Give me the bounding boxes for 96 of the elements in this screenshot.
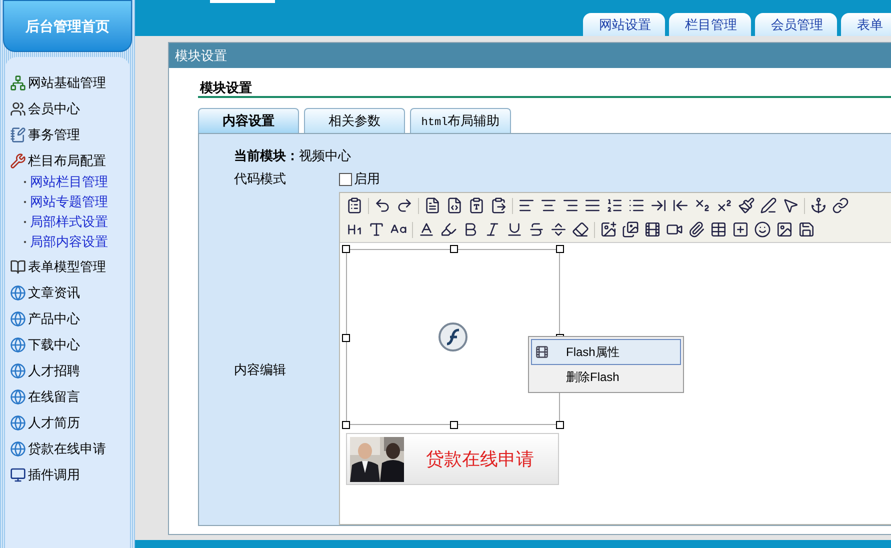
insert-image-icon[interactable]: [600, 221, 617, 238]
font-color-icon[interactable]: [418, 221, 435, 238]
menu-item[interactable]: 网站基础管理: [28, 73, 106, 93]
highlight-icon[interactable]: [440, 221, 457, 238]
paste-word-icon[interactable]: [490, 197, 507, 214]
resize-handle[interactable]: [450, 421, 458, 429]
pen-icon[interactable]: [760, 197, 777, 214]
line-height-icon[interactable]: [550, 221, 567, 238]
submenu-link[interactable]: 局部样式设置: [30, 212, 108, 232]
menu-item[interactable]: 表单模型管理: [28, 257, 106, 277]
document-icon[interactable]: [424, 197, 441, 214]
top-tab[interactable]: 栏目管理: [669, 13, 751, 36]
pointer-icon[interactable]: [782, 197, 799, 214]
table-icon[interactable]: [710, 221, 727, 238]
panel-title: 模块设置: [169, 43, 891, 68]
link-icon[interactable]: [832, 197, 849, 214]
italic-icon[interactable]: [484, 221, 501, 238]
globe-icon: [10, 311, 26, 327]
bullet-list-icon[interactable]: [628, 197, 645, 214]
submenu-link[interactable]: 局部内容设置: [30, 232, 108, 252]
font-icon[interactable]: [368, 221, 385, 238]
align-justify-icon[interactable]: [584, 197, 601, 214]
smiley-icon[interactable]: [754, 221, 771, 238]
resize-handle[interactable]: [450, 245, 458, 253]
book-icon: [10, 259, 26, 275]
top-tab[interactable]: 会员管理: [755, 13, 837, 36]
menu-item[interactable]: 事务管理: [28, 125, 80, 145]
multi-image-icon[interactable]: [622, 221, 639, 238]
align-left-icon[interactable]: [518, 197, 535, 214]
users-icon: [10, 101, 26, 117]
brush-icon[interactable]: [738, 197, 755, 214]
strikethrough-icon[interactable]: [528, 221, 545, 238]
numbered-list-icon[interactable]: [606, 197, 623, 214]
menu-item[interactable]: 文章资讯: [28, 283, 80, 303]
globe-icon: [10, 285, 26, 301]
menu-item[interactable]: 产品中心: [28, 309, 80, 329]
section-heading: 模块设置: [200, 80, 252, 95]
tools-icon: [10, 153, 26, 169]
redo-icon[interactable]: [396, 197, 413, 214]
underline-icon[interactable]: [506, 221, 523, 238]
menu-option[interactable]: Flash属性: [531, 339, 681, 364]
align-center-icon[interactable]: [540, 197, 557, 214]
checkbox-label: 启用: [354, 170, 380, 188]
globe-icon: [10, 415, 26, 431]
save-icon[interactable]: [798, 221, 815, 238]
settings-tab[interactable]: 相关参数: [304, 108, 405, 133]
globe-icon: [10, 389, 26, 405]
current-module: 当前模块：视频中心: [234, 147, 351, 166]
field-label: 代码模式: [234, 170, 287, 188]
globe-icon: [10, 363, 26, 379]
banner-image[interactable]: 贷款在线申请: [346, 433, 559, 485]
menu-item[interactable]: 人才招聘: [28, 361, 80, 381]
code-file-icon[interactable]: [446, 197, 463, 214]
resize-handle[interactable]: [342, 334, 350, 342]
menu-item[interactable]: 插件调用: [28, 465, 80, 485]
top-tab[interactable]: 表单: [841, 13, 891, 36]
globe-icon: [10, 337, 26, 353]
indent-icon[interactable]: [650, 197, 667, 214]
align-right-icon[interactable]: [562, 197, 579, 214]
menu-item[interactable]: 贷款在线申请: [28, 439, 106, 459]
resize-handle[interactable]: [556, 245, 564, 253]
subscript-icon[interactable]: [694, 197, 711, 214]
menu-item[interactable]: 栏目布局配置: [28, 151, 106, 171]
menu-option[interactable]: 删除Flash: [531, 364, 681, 390]
resize-handle[interactable]: [556, 421, 564, 429]
globe-icon: [10, 441, 26, 457]
superscript-icon[interactable]: [716, 197, 733, 214]
checkbox[interactable]: [339, 172, 352, 186]
anchor-icon[interactable]: [810, 197, 827, 214]
flash-file-icon[interactable]: [644, 221, 661, 238]
resize-handle[interactable]: [342, 421, 350, 429]
menu-item[interactable]: 在线留言: [28, 387, 80, 407]
undo-icon[interactable]: [374, 197, 391, 214]
network-icon: [10, 75, 26, 91]
settings-tab[interactable]: 内容设置: [198, 108, 299, 133]
eraser-icon[interactable]: [572, 221, 589, 238]
flash-icon: [438, 322, 468, 352]
logo-box: [210, 0, 275, 3]
notepad-icon: [10, 127, 26, 143]
menu-item[interactable]: 人才简历: [28, 413, 80, 433]
rich-text-editor[interactable]: 贷款在线申请 Flash属性 删除Flash: [339, 192, 891, 525]
menu-item[interactable]: 下载中心: [28, 335, 80, 355]
computer-icon: [10, 467, 26, 483]
top-tab[interactable]: 网站设置: [583, 13, 665, 36]
field-label: 内容编辑: [234, 360, 287, 379]
submenu-link[interactable]: 网站栏目管理: [30, 172, 108, 192]
outdent-icon[interactable]: [672, 197, 689, 214]
flash-file-icon: [535, 344, 549, 359]
image-icon[interactable]: [776, 221, 793, 238]
submenu-link[interactable]: 网站专题管理: [30, 192, 108, 212]
clipboard-icon[interactable]: [346, 197, 363, 214]
attachment-icon[interactable]: [688, 221, 705, 238]
paste-text-icon[interactable]: [468, 197, 485, 214]
resize-handle[interactable]: [342, 245, 350, 253]
banner-text: 贷款在线申请: [426, 448, 534, 470]
menu-item[interactable]: 会员中心: [28, 99, 80, 119]
